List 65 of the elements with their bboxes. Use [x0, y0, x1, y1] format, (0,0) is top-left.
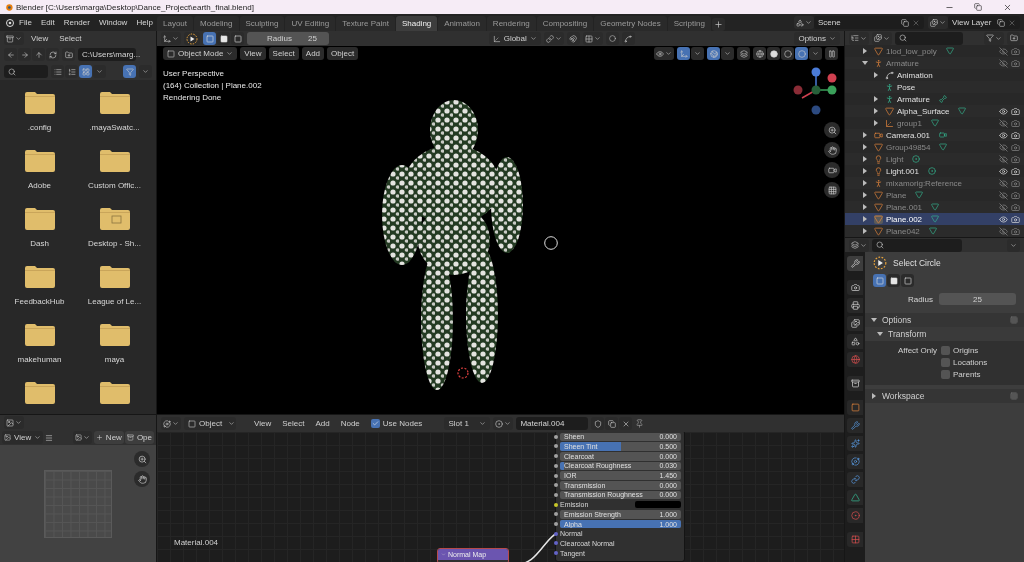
viewport-info-text: Rendering Done [163, 93, 223, 103]
folder-label[interactable]: League of Le... [87, 297, 142, 306]
field-label: Radius [907, 294, 933, 304]
menu-item[interactable]: Edit [36, 16, 59, 29]
shader-type-dropdown[interactable]: Object [184, 417, 236, 430]
viewport-info-text: (164) Collection | Plane.002 [163, 81, 263, 91]
folder-label[interactable]: Dash [30, 239, 49, 248]
folder-label[interactable]: Adobe [27, 181, 52, 190]
checkbox[interactable]: Origins [941, 346, 1018, 355]
folder-label[interactable]: .config [27, 123, 52, 132]
folder-label[interactable]: makehuman [17, 355, 62, 364]
workspace-tab[interactable]: Geometry Nodes [594, 16, 667, 31]
menu-item[interactable]: Render [59, 16, 94, 29]
workspace-tab[interactable]: Compositing [536, 16, 594, 31]
frame-label: Material.004 [174, 538, 219, 547]
view-layer-field[interactable]: View Layer [948, 16, 1020, 29]
menu-item[interactable]: Object [327, 47, 359, 60]
checkbox[interactable]: Locations [941, 358, 1018, 367]
workspace-tab[interactable]: Modeling [194, 16, 239, 31]
menu-item[interactable]: Node [336, 417, 364, 430]
menu-item[interactable]: Select [268, 47, 299, 60]
radius-field[interactable]: 25 [939, 293, 1016, 305]
tool-name: Select Circle [893, 258, 941, 268]
workspace-tab[interactable]: Layout [157, 16, 194, 31]
radius-field[interactable]: Radius 25 [247, 32, 329, 45]
workspace-tab[interactable]: Sculpting [239, 16, 285, 31]
new-image-button[interactable]: New [93, 431, 124, 444]
folder-label[interactable]: .mayaSwatc... [89, 123, 140, 132]
menu-item[interactable]: Window [94, 16, 132, 29]
workspace-tab[interactable]: Animation [438, 16, 486, 31]
menu-item[interactable]: Select [278, 417, 309, 430]
workspace-tab[interactable]: Rendering [486, 16, 536, 31]
menu-item[interactable]: View [240, 47, 266, 60]
outliner-row[interactable]: Plane.002 [845, 213, 1024, 225]
menu-item[interactable]: File [15, 16, 36, 29]
folder-label[interactable]: Custom Offic... [88, 181, 141, 190]
panel-title: Options [882, 315, 912, 325]
workspace-tab[interactable]: UV Editing [285, 16, 336, 31]
menu-item[interactable]: View [27, 32, 53, 45]
subpanel-title: Transform [888, 329, 927, 339]
panel-title: Workspace [882, 391, 925, 401]
workspace-tab[interactable]: Scripting [667, 16, 711, 31]
mode-dropdown[interactable]: Object Mode [163, 47, 238, 60]
open-image-button[interactable]: Ope [124, 431, 154, 444]
scene-field[interactable]: Scene [814, 16, 924, 29]
menu-item[interactable]: Help [132, 16, 157, 29]
view-dropdown[interactable]: View [2, 431, 44, 444]
menu-item[interactable]: View [250, 417, 276, 430]
viewport-info-text: User Perspective [163, 69, 225, 79]
material-name-field[interactable]: Material.004 [516, 417, 589, 430]
folder-label[interactable]: maya [104, 355, 125, 364]
window-title: Blender [C:\Users\marga\Desktop\Dance_Project\earth_final.blend] [16, 2, 255, 12]
workspace-tab[interactable]: Shading [395, 16, 438, 31]
menu-item[interactable]: Add [301, 47, 325, 60]
menu-item[interactable]: Add [311, 417, 334, 430]
folder-label[interactable]: Desktop - Sh... [88, 239, 141, 248]
workspace-tab[interactable]: Texture Paint [336, 16, 395, 31]
orientation-dropdown[interactable]: Global [488, 32, 541, 45]
slot-dropdown[interactable]: Slot 1 [444, 417, 491, 430]
options-dropdown[interactable]: Options [794, 32, 840, 45]
field-label: Affect Only [897, 346, 937, 355]
use-nodes-checkbox[interactable]: Use Nodes [366, 417, 427, 430]
checkbox[interactable]: Parents [941, 370, 1018, 379]
folder-label[interactable]: FeedbackHub [14, 297, 65, 306]
menu-item[interactable]: Select [55, 32, 86, 45]
